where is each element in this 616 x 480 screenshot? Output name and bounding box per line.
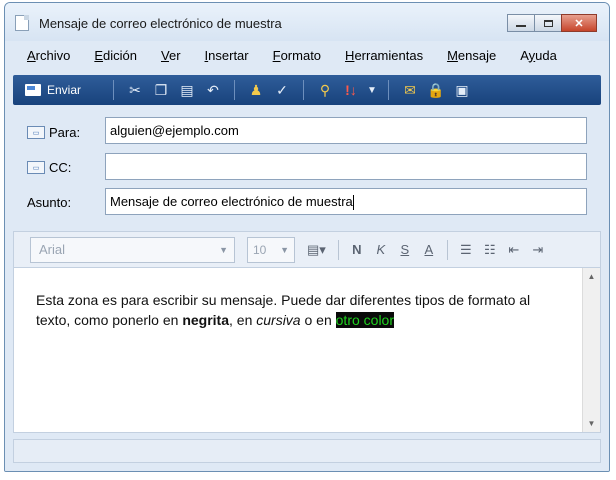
attach-icon[interactable]: ⚲ xyxy=(314,79,336,101)
chevron-down-icon: ▼ xyxy=(280,244,289,255)
body-text: , en xyxy=(229,312,257,328)
font-select[interactable]: Arial ▼ xyxy=(30,236,235,263)
paste-icon[interactable]: ▤ xyxy=(176,79,198,101)
scroll-down-icon[interactable]: ▼ xyxy=(583,415,600,432)
cc-field[interactable] xyxy=(105,153,587,180)
message-text: Esta zona es para escribir su mensaje. P… xyxy=(36,290,546,330)
toolbar-separator xyxy=(113,80,114,100)
priority-dropdown-icon[interactable]: ▼ xyxy=(366,79,378,101)
send-button[interactable]: Enviar xyxy=(13,83,105,97)
close-icon: ✕ xyxy=(574,17,584,30)
undo-icon[interactable]: ↶ xyxy=(202,79,224,101)
bullet-list-icon[interactable]: ☷ xyxy=(484,242,496,258)
subject-field[interactable]: Mensaje de correo electrónico de muestra xyxy=(105,188,587,215)
italic-text: cursiva xyxy=(256,312,301,328)
minimize-button[interactable] xyxy=(507,14,535,32)
menu-edicion[interactable]: Edición xyxy=(79,48,146,63)
subject-label: Asunto: xyxy=(27,195,71,210)
subject-value: Mensaje de correo electrónico de muestra xyxy=(110,194,353,209)
menu-formato[interactable]: Formato xyxy=(258,48,330,63)
status-bar xyxy=(5,435,609,471)
menu-insertar[interactable]: Insertar xyxy=(190,48,258,63)
menu-bar: Archivo Edición Ver Insertar Formato Her… xyxy=(5,43,609,67)
cc-label: CC: xyxy=(49,160,72,175)
text-caret xyxy=(352,195,354,211)
numbered-list-icon[interactable]: ☰ xyxy=(460,242,472,258)
maximize-button[interactable] xyxy=(534,14,562,32)
increase-indent-icon[interactable]: ⇥ xyxy=(532,242,544,258)
sign-icon[interactable]: ✉ xyxy=(399,79,421,101)
vertical-scrollbar[interactable]: ▲ ▼ xyxy=(582,268,600,432)
copy-icon[interactable]: ❐ xyxy=(150,79,172,101)
main-toolbar: Enviar ✂ ❐ ▤ ↶ ♟ ✓ ⚲ !↓ ▼ ✉ 🔒 ▣ xyxy=(13,75,601,105)
to-field[interactable]: alguien@ejemplo.com xyxy=(105,117,587,144)
spelling-icon[interactable]: ✓ xyxy=(271,79,293,101)
bold-button[interactable]: N xyxy=(351,242,363,257)
subject-label-text: Asunto: xyxy=(27,195,72,210)
address-book-icon: ▭ xyxy=(27,161,45,174)
send-icon xyxy=(25,84,41,96)
bold-text: negrita xyxy=(182,312,229,328)
menu-mensaje[interactable]: Mensaje xyxy=(432,48,505,63)
format-toolbar: Arial ▼ 10 ▼ ▤▾ N K S A ☰ ☷ ⇤ ⇥ xyxy=(13,231,601,267)
toolbar-separator xyxy=(446,239,448,260)
message-body[interactable]: Esta zona es para escribir su mensaje. P… xyxy=(13,267,601,433)
menu-ayuda[interactable]: Ayuda xyxy=(505,48,566,63)
minimize-icon xyxy=(516,25,526,27)
colored-text: otro color xyxy=(335,312,394,328)
toolbar-separator xyxy=(234,80,235,100)
document-icon xyxy=(15,15,29,31)
underline-button[interactable]: S xyxy=(399,242,411,257)
font-size-select[interactable]: 10 ▼ xyxy=(247,236,295,263)
offline-icon[interactable]: ▣ xyxy=(451,79,473,101)
toolbar-separator xyxy=(303,80,304,100)
toolbar-separator xyxy=(337,239,339,260)
maximize-icon xyxy=(543,19,553,27)
italic-button[interactable]: K xyxy=(375,242,387,257)
decrease-indent-icon[interactable]: ⇤ xyxy=(508,242,520,258)
menu-herramientas[interactable]: Herramientas xyxy=(330,48,432,63)
to-label: Para: xyxy=(49,125,81,140)
window-title: Mensaje de correo electrónico de muestra xyxy=(39,16,282,31)
cc-label-group[interactable]: ▭ CC: xyxy=(27,160,71,175)
send-label: Enviar xyxy=(47,83,82,97)
menu-archivo[interactable]: Archivo xyxy=(5,48,79,63)
window-controls: ✕ xyxy=(507,14,597,32)
priority-icon[interactable]: !↓ xyxy=(340,79,362,101)
check-names-icon[interactable]: ♟ xyxy=(245,79,267,101)
cut-icon[interactable]: ✂ xyxy=(124,79,146,101)
to-label-group[interactable]: ▭ Para: xyxy=(27,125,80,140)
title-bar[interactable]: Mensaje de correo electrónico de muestra… xyxy=(5,3,609,41)
toolbar-separator xyxy=(388,80,389,100)
status-panel xyxy=(13,439,601,463)
paragraph-style-icon[interactable]: ▤▾ xyxy=(307,242,326,258)
menu-ver[interactable]: Ver xyxy=(146,48,190,63)
encrypt-icon[interactable]: 🔒 xyxy=(425,79,447,101)
address-book-icon: ▭ xyxy=(27,126,45,139)
font-size-value: 10 xyxy=(253,242,267,257)
font-color-button[interactable]: A xyxy=(423,242,435,257)
close-button[interactable]: ✕ xyxy=(561,14,597,32)
body-text: o en xyxy=(300,312,336,328)
font-value: Arial xyxy=(39,242,66,257)
scroll-up-icon[interactable]: ▲ xyxy=(583,268,600,285)
chevron-down-icon: ▼ xyxy=(219,244,228,255)
email-window: Mensaje de correo electrónico de muestra… xyxy=(4,2,610,472)
